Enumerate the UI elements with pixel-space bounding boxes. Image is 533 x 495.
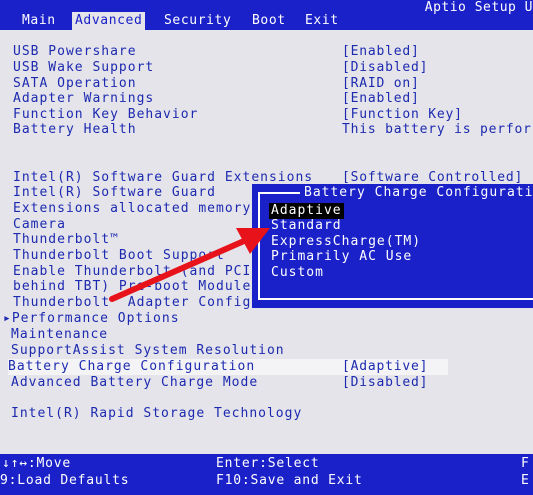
hint-move: ↓↑↔:Move [2,456,72,471]
hint-load-defaults: 9:Load Defaults [0,473,130,488]
value-usb-powershare[interactable]: [Enabled] [342,44,420,60]
option-adaptive[interactable]: Adaptive [269,203,344,219]
setting-sata-operation[interactable]: SATA Operation [13,76,137,92]
option-custom[interactable]: Custom [269,265,326,281]
top-menu-bar: Aptio Setup U Main Advanced Security Boo… [0,0,533,30]
tab-exit[interactable]: Exit [303,12,341,30]
battery-charge-config-label: Battery Charge Configuration [8,359,256,374]
submenu-maintenance[interactable]: Maintenance [11,327,108,343]
value-advanced-battery-charge-mode[interactable]: [Disabled] [342,375,428,391]
popup-title: Battery Charge Configuratio [300,185,533,200]
option-standard[interactable]: Standard [269,218,344,234]
option-primarily-ac[interactable]: Primarily AC Use [269,249,414,265]
setup-utility-title: Aptio Setup U [424,0,533,15]
hint-right-2: E [521,473,530,488]
hint-select: Enter:Select [216,456,320,471]
hint-save-exit: F10:Save and Exit [216,473,363,488]
tab-security[interactable]: Security [162,12,233,30]
setting-sgx-memory-line2[interactable]: Extensions allocated memory [13,201,251,217]
setting-thunderbolt-boot-support[interactable]: Thunderbolt Boot Support [13,248,225,264]
value-battery-health: This battery is perfor [342,122,532,137]
bottom-help-bar: ↓↑↔:Move 9:Load Defaults Enter:Select F1… [0,454,533,495]
value-sata-operation[interactable]: [RAID on] [342,76,420,92]
setting-function-key-behavior[interactable]: Function Key Behavior [13,107,198,123]
submenu-rapid-storage[interactable]: Intel(R) Rapid Storage Technology [11,406,302,422]
setting-thunderbolt[interactable]: Thunderbolt™ [13,232,119,248]
setting-usb-wake-support[interactable]: USB Wake Support [13,60,154,76]
submenu-performance-options[interactable]: ▸Performance Options [3,311,180,327]
setting-usb-powershare[interactable]: USB Powershare [13,44,137,60]
hint-right-1: F [521,456,530,471]
setting-sgx-memory-line1[interactable]: Intel(R) Software Guard [13,185,216,201]
option-expresscharge[interactable]: ExpressCharge(TM) [269,234,423,250]
value-usb-wake-support[interactable]: [Disabled] [342,60,428,76]
setting-camera[interactable]: Camera [13,217,66,233]
battery-charge-popup: Battery Charge Configuratio Adaptive Sta… [252,184,533,308]
tab-boot[interactable]: Boot [250,12,288,30]
value-battery-charge-config[interactable]: [Adaptive] [342,359,428,375]
tab-advanced[interactable]: Advanced [72,12,146,30]
setting-advanced-battery-charge-mode[interactable]: Advanced Battery Charge Mode [11,375,258,391]
submenu-supportassist[interactable]: SupportAssist System Resolution [11,343,285,359]
setting-thunderbolt-preboot-line2[interactable]: behind TBT) Pre-boot Module [13,279,251,295]
setting-thunderbolt-adapter-config[interactable]: Thunderbolt™ Adapter Configur [13,295,269,311]
setting-adapter-warnings[interactable]: Adapter Warnings [13,91,154,107]
tab-main[interactable]: Main [20,12,58,30]
setting-thunderbolt-preboot-line1[interactable]: Enable Thunderbolt (and PCI [13,264,251,280]
setting-battery-health[interactable]: Battery Health [13,122,137,138]
value-adapter-warnings[interactable]: [Enabled] [342,91,420,107]
value-function-key-behavior[interactable]: [Function Key] [342,107,463,123]
